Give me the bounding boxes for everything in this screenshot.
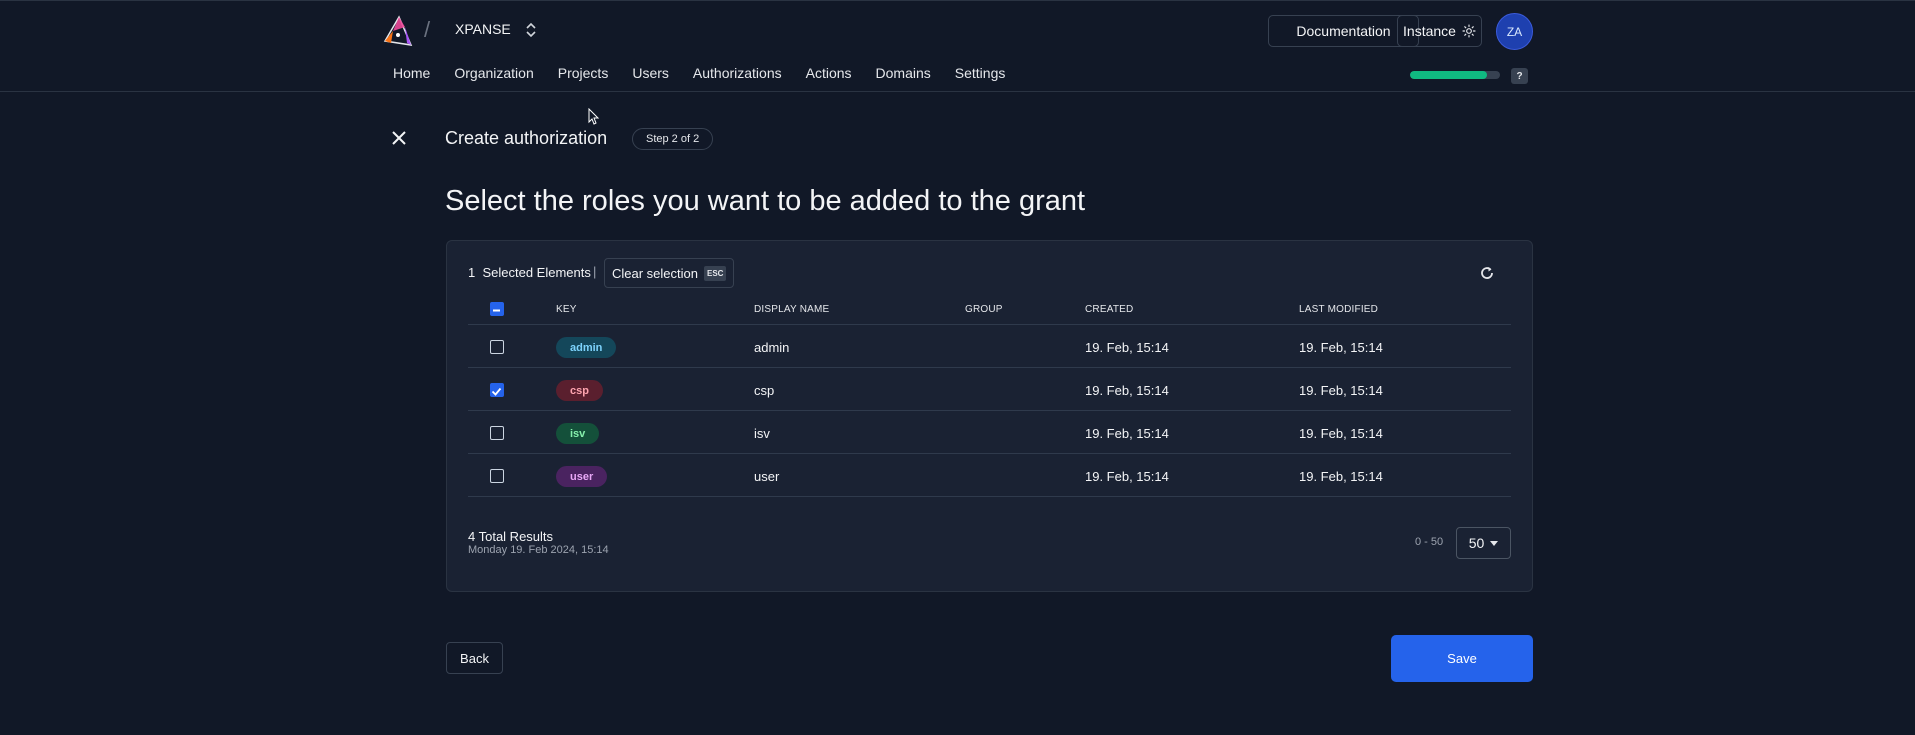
nav-projects[interactable]: Projects [558,65,609,81]
org-switch-chevron-icon[interactable] [524,21,538,39]
section-heading: Select the roles you want to be added to… [445,185,1086,217]
row-checkbox[interactable] [490,426,504,440]
breadcrumb-separator: / [424,17,431,42]
instance-button[interactable]: Instance [1397,15,1482,47]
select-all-checkbox[interactable] [490,302,504,316]
results-timestamp: Monday 19. Feb 2024, 15:14 [468,544,609,556]
instance-label: Instance [1403,23,1456,39]
table-row[interactable]: csp csp 19. Feb, 15:14 19. Feb, 15:14 [468,368,1511,411]
help-button[interactable]: ? [1511,68,1528,84]
total-results: 4 Total Results [468,529,554,544]
table-row[interactable]: isv isv 19. Feb, 15:14 19. Feb, 15:14 [468,411,1511,454]
step-badge: Step 2 of 2 [632,128,714,150]
created-cell: 19. Feb, 15:14 [1085,469,1169,484]
table-row[interactable]: admin admin 19. Feb, 15:14 19. Feb, 15:1… [468,325,1511,368]
display-name-cell: admin [754,340,790,355]
mouse-cursor-icon [588,108,600,125]
page-title: Create authorization [445,128,608,148]
row-checkbox[interactable] [490,340,504,354]
last-modified-cell: 19. Feb, 15:14 [1299,383,1383,398]
row-checkbox[interactable] [490,469,504,483]
onboarding-progress-bar[interactable] [1410,71,1500,79]
display-name-cell: user [754,469,780,484]
nav-domains[interactable]: Domains [876,65,931,81]
close-icon[interactable] [389,128,409,148]
table-row[interactable]: user user 19. Feb, 15:14 19. Feb, 15:14 [468,454,1511,497]
created-cell: 19. Feb, 15:14 [1085,340,1169,355]
row-checkbox[interactable] [490,383,504,397]
nav-users[interactable]: Users [632,65,669,81]
last-modified-cell: 19. Feb, 15:14 [1299,469,1383,484]
display-name-cell: csp [754,383,775,398]
table-header: KEY DISPLAY NAME GROUP CREATED LAST MODI… [468,293,1511,325]
gear-icon [1462,24,1476,38]
created-cell: 19. Feb, 15:14 [1085,426,1169,441]
selection-count: 1 Selected Elements [468,265,591,280]
roles-table: KEY DISPLAY NAME GROUP CREATED LAST MODI… [468,293,1511,497]
page-size-value: 50 [1468,535,1485,551]
created-cell: 19. Feb, 15:14 [1085,383,1169,398]
display-name-cell: isv [754,426,770,441]
roles-table-card: 1 Selected Elements | Clear selection ES… [446,240,1533,592]
last-modified-cell: 19. Feb, 15:14 [1299,340,1383,355]
save-button[interactable]: Save [1391,635,1533,682]
refresh-icon[interactable] [1479,265,1495,281]
clear-selection-button[interactable]: Clear selection ESC [604,258,735,288]
minus-icon [493,309,500,312]
caret-down-icon [1490,540,1499,546]
clear-selection-label: Clear selection [612,265,698,281]
org-name[interactable]: XPANSE [455,21,511,37]
nav-home[interactable]: Home [393,65,430,81]
nav-organization[interactable]: Organization [454,65,533,81]
nav-actions[interactable]: Actions [806,65,852,81]
checkmark-icon [491,387,502,396]
zitadel-logo-icon[interactable] [381,13,417,49]
main-nav: Home Organization Projects Users Authori… [393,65,1029,81]
nav-settings[interactable]: Settings [955,65,1006,81]
header-display-name[interactable]: DISPLAY NAME [754,304,829,315]
back-button[interactable]: Back [446,642,503,674]
last-modified-cell: 19. Feb, 15:14 [1299,426,1383,441]
user-avatar[interactable]: ZA [1496,13,1533,50]
role-key-chip: csp [556,380,603,401]
esc-key-badge: ESC [704,265,727,281]
page-size-select[interactable]: 50 [1456,527,1511,559]
header-group[interactable]: GROUP [965,304,1003,315]
role-key-chip: user [556,466,608,487]
pagination-range: 0 - 50 [1415,536,1444,548]
progress-fill [1410,71,1487,79]
top-bar: / XPANSE Documentation Instance ZA Home … [0,0,1915,92]
header-created[interactable]: CREATED [1085,304,1133,315]
selection-separator: | [593,264,597,279]
header-key[interactable]: KEY [556,304,577,315]
role-key-chip: admin [556,337,617,358]
nav-authorizations[interactable]: Authorizations [693,65,782,81]
role-key-chip: isv [556,423,600,444]
header-last-modified[interactable]: LAST MODIFIED [1299,304,1378,315]
